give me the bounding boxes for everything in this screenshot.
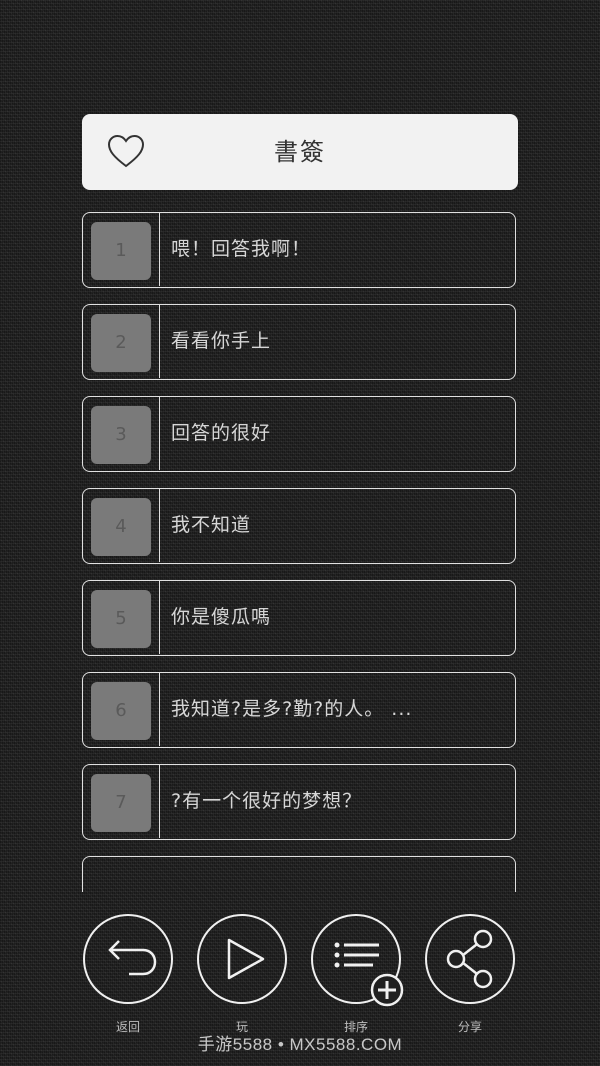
page-title: 書簽 xyxy=(274,138,326,166)
list-item[interactable]: 5 你是傻瓜嗎 xyxy=(82,580,516,656)
list-item[interactable]: 7 ?有一个很好的梦想？ xyxy=(82,764,516,840)
watermark: 手游5588 • MX5588.COM xyxy=(197,1035,403,1054)
bookmark-header: 書簽 xyxy=(82,114,518,190)
item-text: 我不知道 xyxy=(171,514,252,536)
item-number-box: 4 xyxy=(83,489,160,562)
item-text: ?有一个很好的梦想？ xyxy=(171,790,363,812)
list-item[interactable]: 3 回答的很好 xyxy=(82,396,516,472)
item-number-box: 2 xyxy=(83,305,160,378)
share-button[interactable] xyxy=(425,914,515,1004)
item-text: 你是傻瓜嗎 xyxy=(171,606,272,628)
item-text: 我知道?是多?勤?的人。 ... xyxy=(171,698,413,720)
item-number-box: 3 xyxy=(83,397,160,470)
item-number: 7 xyxy=(91,774,151,832)
list-add-icon xyxy=(334,942,404,1007)
list-item[interactable]: 4 我不知道 xyxy=(82,488,516,564)
list-item[interactable]: 2 看看你手上 xyxy=(82,304,516,380)
item-number: 6 xyxy=(91,682,151,740)
bookmark-list[interactable]: 1 喂！回答我啊！ 2 看看你手上 3 回答的很好 4 我不知道 5 你是傻瓜嗎… xyxy=(82,212,518,892)
item-number: 1 xyxy=(91,222,151,280)
item-text: 回答的很好 xyxy=(171,422,272,444)
item-number: 2 xyxy=(91,314,151,372)
item-text: 喂！回答我啊！ xyxy=(171,238,312,260)
back-button[interactable] xyxy=(83,914,173,1004)
item-text: 看看你手上 xyxy=(171,330,272,352)
item-number-box: 1 xyxy=(83,213,160,286)
item-number-box: 5 xyxy=(83,581,160,654)
item-number: 5 xyxy=(91,590,151,648)
play-button[interactable] xyxy=(197,914,287,1004)
play-icon xyxy=(227,938,265,980)
item-number: 3 xyxy=(91,406,151,464)
item-number: 4 xyxy=(91,498,151,556)
list-item[interactable]: 6 我知道?是多?勤?的人。 ... xyxy=(82,672,516,748)
back-arrow-icon xyxy=(108,940,157,976)
share-icon xyxy=(446,929,493,989)
item-number-box: 7 xyxy=(83,765,160,838)
list-item-partial[interactable] xyxy=(82,856,516,892)
item-number-box: 6 xyxy=(83,673,160,746)
sort-button[interactable] xyxy=(311,914,404,1007)
list-item[interactable]: 1 喂！回答我啊！ xyxy=(82,212,516,288)
